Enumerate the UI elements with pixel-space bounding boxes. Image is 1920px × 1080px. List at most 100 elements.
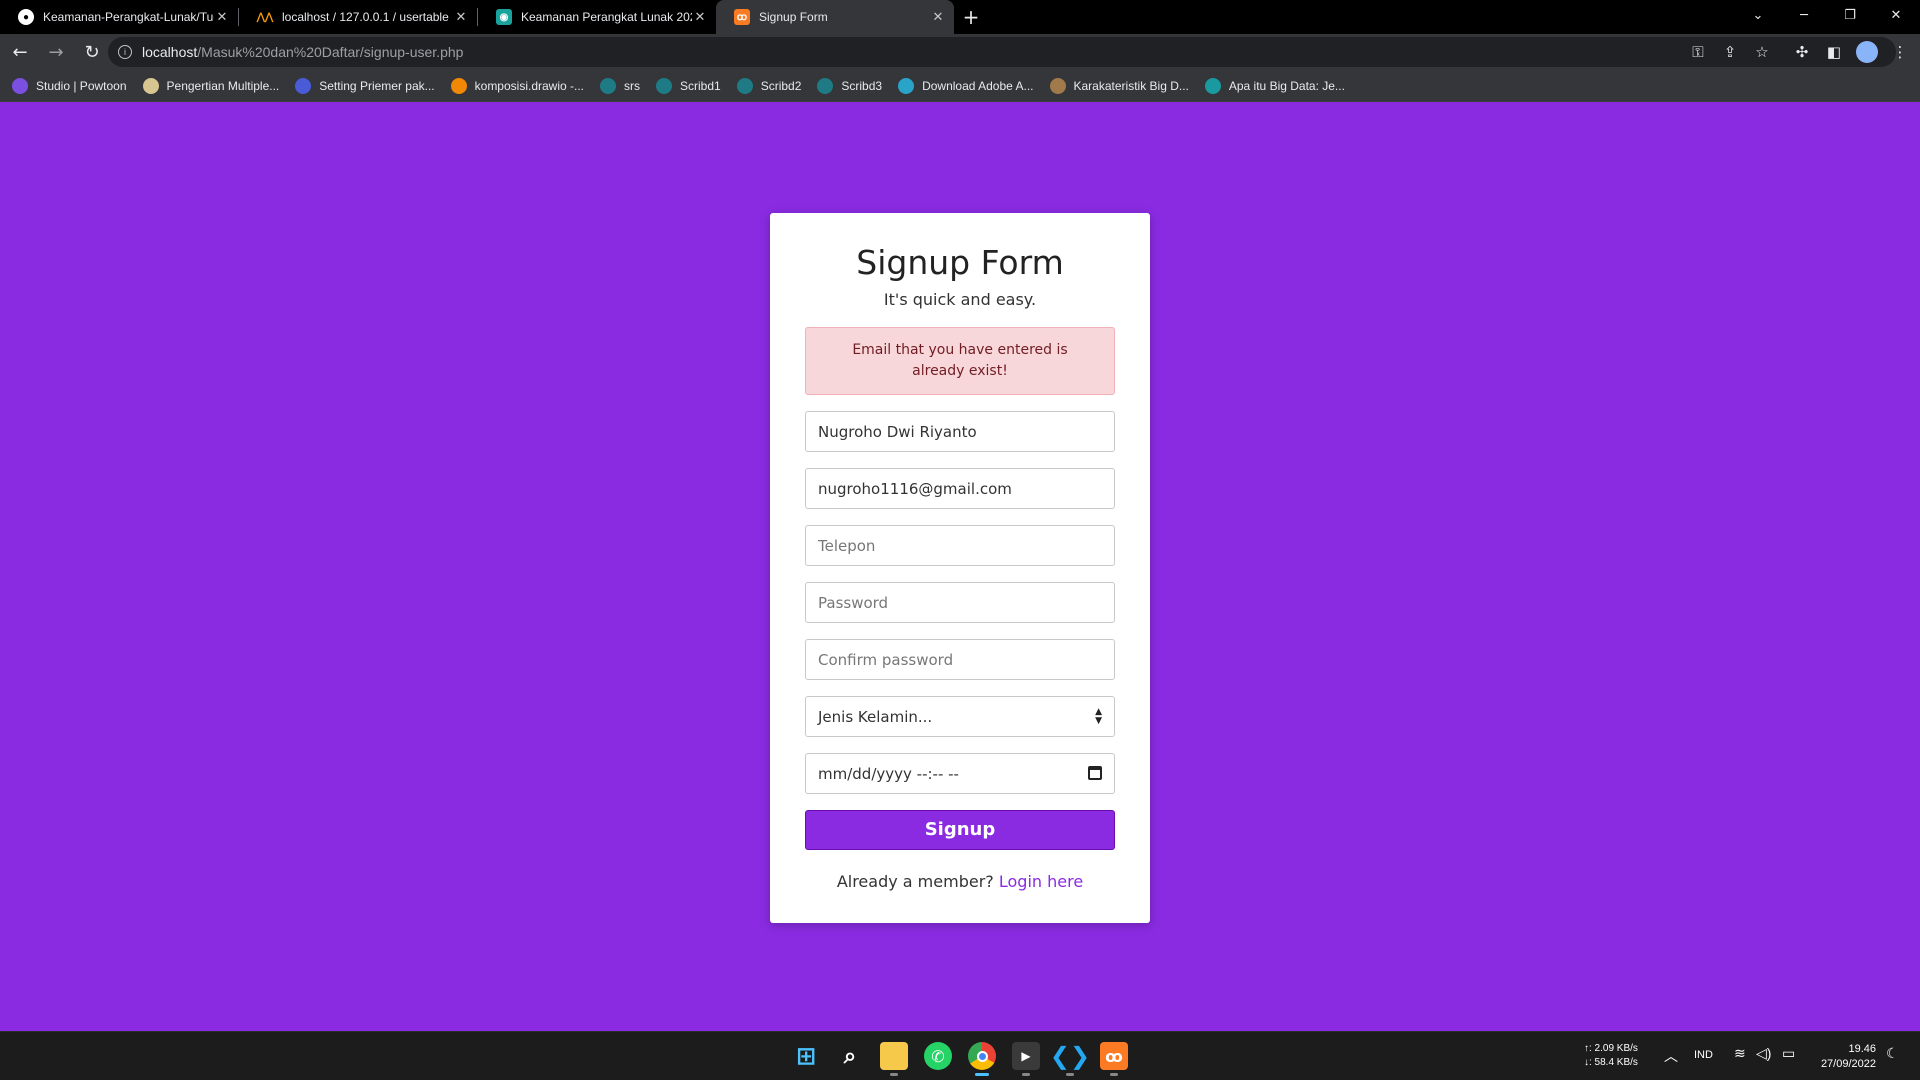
search-icon[interactable]: ⌕: [836, 1042, 864, 1070]
confirm-password-input[interactable]: [818, 650, 1114, 669]
bookmark-item[interactable]: Karakateristik Big D...: [1049, 77, 1189, 94]
restore-icon[interactable]: ❐: [1827, 0, 1873, 30]
name-field[interactable]: [805, 411, 1115, 452]
bookmark-item[interactable]: komposisi.drawio -...: [450, 77, 585, 94]
extensions-icon[interactable]: ✣: [1792, 42, 1812, 62]
side-panel-icon[interactable]: ◧: [1824, 42, 1844, 62]
minimize-icon[interactable]: ─: [1781, 0, 1827, 30]
tab-classroom[interactable]: ◉ Keamanan Perangkat Lunak 2020 ✕: [478, 0, 716, 34]
calendar-icon[interactable]: [1088, 766, 1102, 780]
tab-github[interactable]: ● Keamanan-Perangkat-Lunak/Tug ✕: [0, 0, 238, 34]
close-icon[interactable]: ✕: [930, 9, 946, 25]
bookmark-label: Pengertian Multiple...: [166, 78, 280, 93]
profile-avatar[interactable]: [1856, 41, 1878, 63]
close-icon[interactable]: ✕: [453, 9, 469, 25]
close-icon[interactable]: ✕: [214, 9, 230, 25]
github-icon: ●: [18, 9, 34, 25]
menu-icon[interactable]: ⋮: [1890, 42, 1910, 62]
password-input[interactable]: [818, 593, 1114, 612]
xampp-icon: ꝏ: [734, 9, 750, 25]
close-icon[interactable]: ✕: [692, 9, 708, 25]
date-value: mm/dd/yyyy --:-- --: [818, 764, 959, 783]
bookmark-label: Setting Priemer pak...: [319, 78, 435, 93]
phone-field[interactable]: [805, 525, 1115, 566]
file-explorer-icon[interactable]: [880, 1042, 908, 1076]
notifications-icon[interactable]: ☾: [1886, 1045, 1899, 1062]
classroom-icon: ◉: [496, 9, 512, 25]
powtoon-icon: [12, 77, 28, 94]
phone-input[interactable]: [818, 536, 1114, 555]
bookmark-item[interactable]: Pengertian Multiple...: [142, 77, 280, 94]
scribd-icon: [600, 77, 617, 94]
bookmark-label: Studio | Powtoon: [36, 78, 127, 93]
url-path: /Masuk%20dan%20Daftar/signup-user.php: [197, 44, 464, 60]
bookmark-item[interactable]: Setting Priemer pak...: [295, 77, 435, 94]
bookmark-label: srs: [624, 78, 641, 93]
net-down: ↓: 58.4 KB/s: [1584, 1057, 1638, 1068]
back-icon[interactable]: ←: [4, 36, 36, 68]
star-icon[interactable]: ☆: [1752, 42, 1772, 62]
forward-icon[interactable]: →: [40, 36, 72, 68]
bookmark-item[interactable]: Scribd3: [817, 77, 882, 94]
share-icon[interactable]: ⇪: [1720, 42, 1740, 62]
scribd-icon: [817, 77, 834, 94]
bookmark-item[interactable]: Scribd1: [656, 77, 721, 94]
browser-toolbar: ← → ↻ i localhost/Masuk%20dan%20Daftar/s…: [0, 34, 1920, 70]
eye-icon: [1049, 77, 1066, 94]
name-input[interactable]: [818, 422, 1114, 441]
member-text: Already a member?: [836, 872, 994, 891]
language-indicator[interactable]: IND: [1694, 1049, 1713, 1061]
bookmark-item[interactable]: Studio | Powtoon: [12, 77, 127, 94]
tab-title: Keamanan Perangkat Lunak 2020: [521, 10, 692, 24]
login-link[interactable]: Login here: [999, 872, 1083, 891]
whatsapp-icon[interactable]: ✆: [924, 1042, 952, 1070]
battery-icon[interactable]: ▭: [1782, 1045, 1795, 1062]
media-player-icon[interactable]: ▶: [1012, 1042, 1040, 1076]
site-info-icon[interactable]: i: [118, 45, 132, 59]
tab-search-icon[interactable]: ⌄: [1735, 0, 1781, 30]
tab-title: Keamanan-Perangkat-Lunak/Tug: [43, 10, 214, 24]
net-up: ↑: 2.09 KB/s: [1584, 1043, 1638, 1054]
address-bar[interactable]: i localhost/Masuk%20dan%20Daftar/signup-…: [108, 37, 1896, 67]
window-close-icon[interactable]: ✕: [1873, 0, 1919, 30]
bookmark-item[interactable]: Download Adobe A...: [898, 77, 1034, 94]
reload-icon[interactable]: ↻: [76, 36, 108, 68]
start-icon[interactable]: ⊞: [792, 1042, 820, 1070]
xampp-taskbar-icon[interactable]: ꝏ: [1100, 1042, 1128, 1076]
wifi-icon[interactable]: ≋: [1734, 1045, 1746, 1062]
email-input[interactable]: [818, 479, 1114, 498]
email-field[interactable]: [805, 468, 1115, 509]
volume-icon[interactable]: ◁): [1756, 1045, 1771, 1062]
bookmark-item[interactable]: Apa itu Big Data: Je...: [1204, 77, 1345, 94]
date-field[interactable]: mm/dd/yyyy --:-- --: [805, 753, 1115, 794]
tab-signup-form[interactable]: ꝏ Signup Form ✕: [716, 0, 954, 34]
phpmyadmin-icon: ⋀⋀: [256, 11, 274, 23]
page-icon: [142, 77, 159, 94]
signup-card: Signup Form It's quick and easy. Email t…: [770, 213, 1150, 923]
bookmark-item[interactable]: Scribd2: [736, 77, 802, 94]
cr-icon: [1204, 77, 1221, 94]
tab-phpmyadmin[interactable]: ⋀⋀ localhost / 127.0.0.1 / usertable | ✕: [239, 0, 477, 34]
select-arrows-icon: ▲ ▼: [1095, 707, 1102, 726]
password-field[interactable]: [805, 582, 1115, 623]
bookmark-label: Karakateristik Big D...: [1073, 78, 1189, 93]
chrome-icon[interactable]: [968, 1042, 996, 1076]
confirm-password-field[interactable]: [805, 639, 1115, 680]
gender-select[interactable]: Jenis Kelamin... ▲ ▼: [805, 696, 1115, 737]
bookmark-label: Scribd2: [760, 78, 802, 93]
opera-icon: [295, 77, 312, 94]
tab-strip: ● Keamanan-Perangkat-Lunak/Tug ✕ ⋀⋀ loca…: [0, 0, 1920, 34]
bookmark-item[interactable]: srs: [600, 77, 641, 94]
clock[interactable]: 19.46 27/09/2022: [1814, 1042, 1876, 1072]
tab-title: localhost / 127.0.0.1 / usertable |: [282, 10, 453, 24]
bookmarks-bar: Studio | Powtoon Pengertian Multiple... Se…: [0, 70, 1920, 102]
vscode-icon[interactable]: ❮❯: [1050, 1042, 1090, 1076]
new-tab-icon[interactable]: +: [954, 0, 988, 34]
key-icon[interactable]: ⚿: [1688, 42, 1708, 62]
error-alert: Email that you have entered is already e…: [805, 327, 1115, 395]
bookmark-label: komposisi.drawio -...: [474, 78, 585, 93]
taskbar: ⊞ ⌕ ✆ ▶ ❮❯ ꝏ ↑: 2.09 KB/s ↓: 58.4 KB/s ︿…: [0, 1031, 1920, 1080]
signup-button[interactable]: Signup: [805, 810, 1115, 850]
clock-time: 19.46: [1848, 1043, 1876, 1055]
tray-overflow-icon[interactable]: ︿: [1664, 1046, 1678, 1066]
